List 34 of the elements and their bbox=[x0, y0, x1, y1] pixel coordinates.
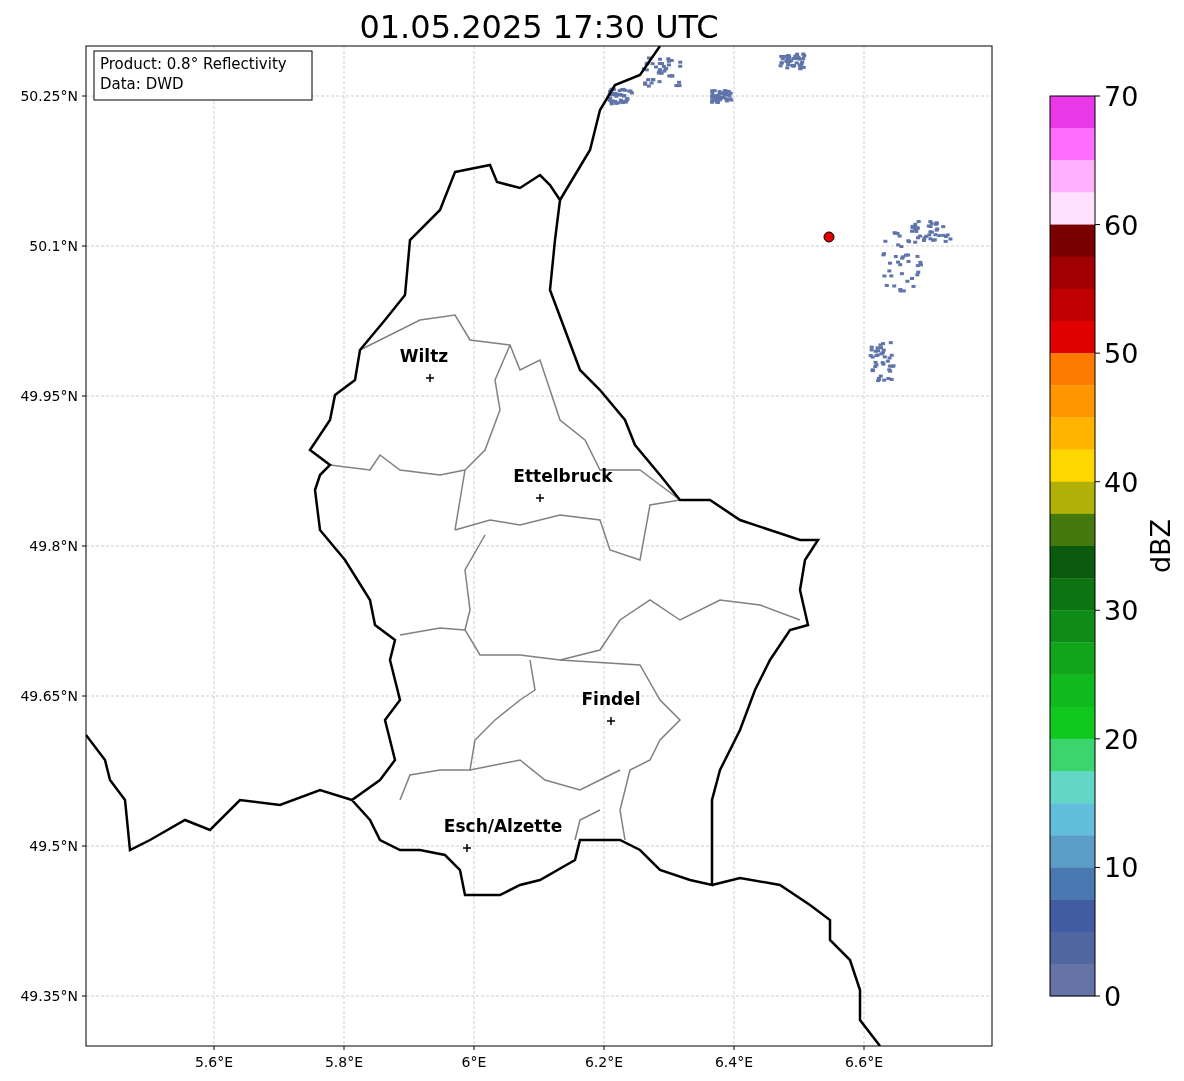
colorbar-tick-label: 10 bbox=[1104, 852, 1139, 884]
latitude-tick-label: 49.35°N bbox=[20, 988, 78, 1004]
colorbar-tick-label: 20 bbox=[1104, 723, 1139, 755]
station-marker bbox=[823, 231, 835, 243]
city-label: Ettelbruck bbox=[513, 466, 613, 486]
city-label: Wiltz bbox=[399, 346, 449, 366]
latitude-tick-label: 49.65°N bbox=[20, 688, 78, 704]
city-marker-icon bbox=[606, 716, 616, 726]
latitude-tick-label: 49.8°N bbox=[29, 538, 78, 554]
longitude-tick-label: 6.4°E bbox=[714, 1054, 754, 1070]
city-marker-icon bbox=[535, 493, 545, 503]
latitude-tick-label: 50.25°N bbox=[20, 88, 78, 104]
colorbar-tick-label: 70 bbox=[1104, 81, 1139, 112]
city-label: Esch/Alzette bbox=[443, 816, 563, 836]
city-marker-icon bbox=[425, 373, 435, 383]
colorbar-label: dBZ bbox=[1145, 518, 1176, 574]
longitude-tick-label: 6.2°E bbox=[584, 1054, 624, 1070]
colorbar-tick-label: 30 bbox=[1104, 595, 1139, 627]
city-label: Findel bbox=[581, 689, 641, 709]
chart-title: 01.05.2025 17:30 UTC bbox=[359, 8, 719, 46]
colorbar-tick-label: 50 bbox=[1104, 338, 1139, 370]
colorbar-tick-label: 60 bbox=[1104, 209, 1139, 241]
longitude-tick-label: 6°E bbox=[461, 1054, 487, 1070]
city-marker-icon bbox=[462, 843, 472, 853]
longitude-tick-label: 6.6°E bbox=[844, 1054, 884, 1070]
longitude-tick-label: 5.6°E bbox=[194, 1054, 234, 1070]
latitude-tick-label: 49.95°N bbox=[20, 388, 78, 404]
latitude-tick-label: 49.5°N bbox=[29, 838, 78, 854]
annotation-text: Data: DWD bbox=[100, 75, 184, 93]
longitude-tick-label: 5.8°E bbox=[324, 1054, 364, 1070]
colorbar-tick-label: 0 bbox=[1104, 981, 1122, 1012]
colorbar-tick-label: 40 bbox=[1104, 466, 1139, 498]
annotation-text: Product: 0.8° Reflectivity bbox=[100, 55, 287, 73]
latitude-tick-label: 50.1°N bbox=[29, 238, 78, 254]
